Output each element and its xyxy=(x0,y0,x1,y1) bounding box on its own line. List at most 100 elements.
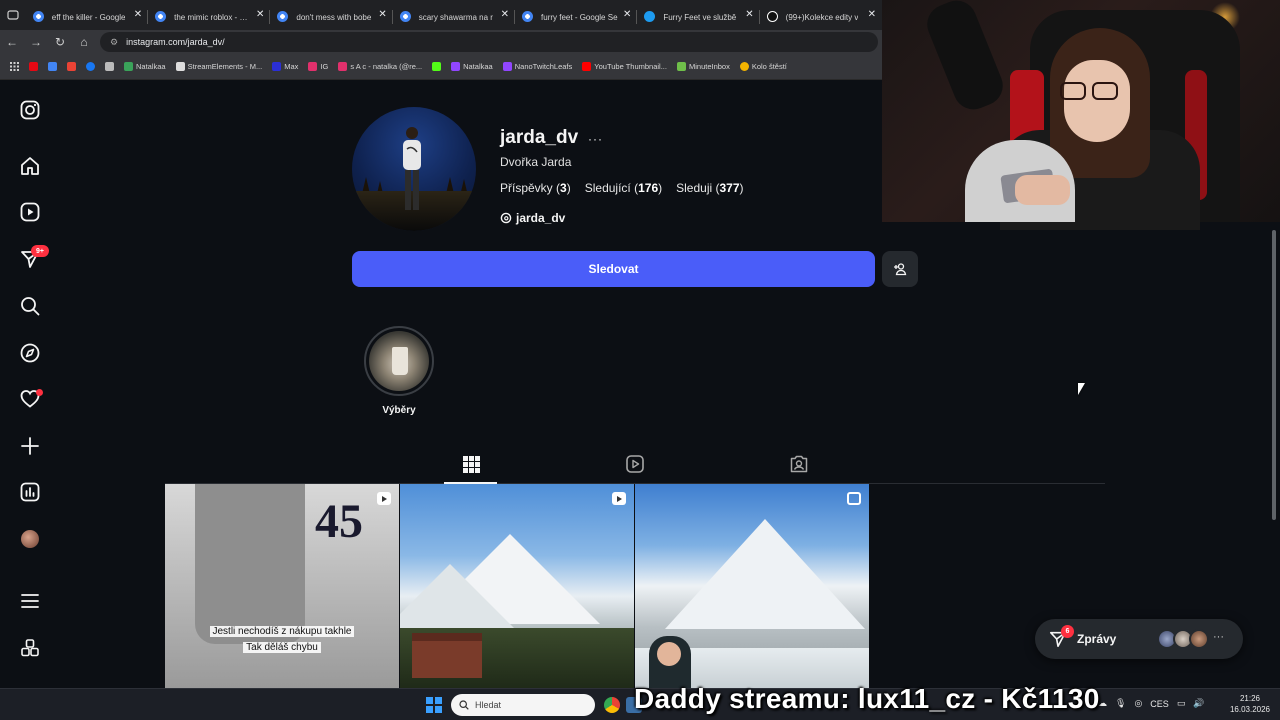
taskbar-clock[interactable]: 21:26 16.03.2026 xyxy=(1228,693,1272,715)
page-scrollbar-thumb[interactable] xyxy=(1272,230,1276,520)
followers-stat[interactable]: Sledující (176) xyxy=(585,181,662,195)
url-text: instagram.com/jarda_dv/ xyxy=(126,37,225,47)
google-favicon-icon xyxy=(522,11,534,22)
dashboard-icon[interactable] xyxy=(19,481,41,503)
network-icon[interactable]: ◎ xyxy=(1134,698,1142,709)
bookmark-item[interactable]: YouTube Thumbnail... xyxy=(578,62,671,71)
browser-tab[interactable]: furry feet - Google Se ✕ xyxy=(515,4,638,30)
close-tab-icon[interactable]: ✕ xyxy=(134,9,142,20)
tab-posts[interactable] xyxy=(460,453,482,475)
close-tab-icon[interactable]: ✕ xyxy=(501,9,509,20)
close-tab-icon[interactable]: ✕ xyxy=(378,9,386,20)
more-icon[interactable]: ··· xyxy=(1213,631,1224,643)
browser-toolbar: ← → ↻ ⌂ ⚙ instagram.com/jarda_dv/ xyxy=(0,30,882,54)
system-tray: ☁ 🎙 ◎ CES ▭ 🔊 xyxy=(1098,698,1205,709)
highlight-label: Výběry xyxy=(382,405,416,416)
menu-icon[interactable] xyxy=(19,590,41,612)
tab-tagged[interactable] xyxy=(788,453,810,475)
browser-tab[interactable]: the mimic roblox - Goo ✕ xyxy=(148,4,271,30)
story-highlight[interactable] xyxy=(364,326,434,396)
threads-link[interactable]: jarda_dv xyxy=(500,211,565,225)
reels-icon[interactable] xyxy=(19,201,41,223)
reload-icon[interactable]: ↻ xyxy=(48,35,72,49)
bookmark-item[interactable] xyxy=(82,62,99,71)
bookmark-item[interactable]: s A c - natalka (@re... xyxy=(334,62,426,71)
mouse-cursor xyxy=(1078,383,1085,395)
grid-icon xyxy=(462,455,480,473)
bookmark-item[interactable]: Max xyxy=(268,62,302,71)
bookmark-item[interactable] xyxy=(428,62,445,71)
search-icon[interactable] xyxy=(19,295,41,317)
profile-username: jarda_dv xyxy=(500,127,579,148)
browser-tab[interactable]: don't mess with bobe ✕ xyxy=(270,4,393,30)
instagram-sidebar: 9+ xyxy=(0,80,60,688)
tab-reels[interactable] xyxy=(624,453,646,475)
site-info-icon[interactable]: ⚙ xyxy=(110,37,118,48)
tagged-icon xyxy=(790,455,808,473)
taskbar-search-input[interactable]: Hledat xyxy=(451,694,595,716)
browser-tab[interactable]: (99+)Kolekce edity v ✕ xyxy=(760,4,882,30)
bookmark-item[interactable] xyxy=(101,62,118,71)
messages-badge: 9+ xyxy=(31,245,49,257)
forward-arrow-icon[interactable]: → xyxy=(24,35,48,49)
post-thumbnail[interactable] xyxy=(400,484,634,688)
reel-indicator-icon xyxy=(377,492,391,505)
bookmark-item[interactable]: Natalkaa xyxy=(447,62,497,71)
bookmark-item[interactable]: Kolo štěstí xyxy=(736,62,791,71)
create-icon[interactable] xyxy=(19,435,41,457)
tab-search-icon[interactable] xyxy=(0,0,26,30)
language-indicator[interactable]: CES xyxy=(1150,699,1169,709)
profile-avatar[interactable] xyxy=(21,530,39,548)
messages-pill[interactable]: 6 Zprávy ··· xyxy=(1035,619,1243,659)
glasses xyxy=(1060,82,1122,100)
contact-avatar xyxy=(1189,629,1209,649)
close-tab-icon[interactable]: ✕ xyxy=(745,9,753,20)
home-icon[interactable] xyxy=(19,155,41,177)
bookmark-item[interactable]: StreamElements - M... xyxy=(172,62,267,71)
messages-label: Zprávy xyxy=(1077,632,1117,646)
add-person-icon xyxy=(894,263,907,276)
suggested-users-button[interactable] xyxy=(882,251,918,287)
address-bar[interactable]: ⚙ instagram.com/jarda_dv/ xyxy=(100,32,878,52)
google-favicon-icon xyxy=(277,11,289,22)
close-tab-icon[interactable]: ✕ xyxy=(256,9,264,20)
profile-stats: Příspěvky (3) Sledující (176) Sleduji (3… xyxy=(500,181,744,195)
close-tab-icon[interactable]: ✕ xyxy=(868,9,876,20)
mic-icon[interactable]: 🎙 xyxy=(1115,698,1126,709)
more-options-icon[interactable]: ··· xyxy=(588,132,603,146)
windows-start-icon[interactable] xyxy=(426,697,442,713)
browser-tab-strip: eff the killer - Google ✕ the mimic roblo… xyxy=(0,0,882,30)
post-thumbnail[interactable] xyxy=(635,484,869,688)
google-favicon-icon xyxy=(399,11,411,22)
bookmark-item[interactable] xyxy=(44,62,61,71)
follow-button[interactable]: Sledovat xyxy=(352,251,875,287)
bookmark-item[interactable] xyxy=(25,62,42,71)
post-thumbnail[interactable]: 45 Jestli nechodíš z nákupu takhle Tak d… xyxy=(165,484,399,688)
reels-icon xyxy=(626,455,644,473)
following-stat[interactable]: Sleduji (377) xyxy=(676,181,743,195)
search-icon xyxy=(459,700,469,710)
explore-icon[interactable] xyxy=(19,342,41,364)
bookmark-item[interactable]: IG xyxy=(304,62,332,71)
profile-picture[interactable] xyxy=(352,107,476,231)
home-icon[interactable]: ⌂ xyxy=(72,35,96,49)
chrome-taskbar-icon[interactable] xyxy=(604,697,620,713)
back-arrow-icon[interactable]: ← xyxy=(0,35,24,49)
instagram-logo-icon[interactable] xyxy=(19,99,41,121)
bookmark-item[interactable]: MinuteInbox xyxy=(673,62,734,71)
apps-grid-icon[interactable] xyxy=(6,62,23,71)
close-tab-icon[interactable]: ✕ xyxy=(623,9,631,20)
bookmark-item[interactable]: Natalkaa xyxy=(120,62,170,71)
browser-tab[interactable]: Furry Feet ve službě ✕ xyxy=(637,4,760,30)
browser-tab[interactable]: scary shawarma na r ✕ xyxy=(393,4,516,30)
tiktok-favicon-icon xyxy=(766,11,778,22)
apps-icon[interactable] xyxy=(19,637,41,659)
bookmark-item[interactable]: NanoTwitchLeafs xyxy=(499,62,577,71)
profile-full-name: Dvořka Jarda xyxy=(500,155,572,169)
display-icon[interactable]: ▭ xyxy=(1177,698,1186,709)
donation-overlay-text: Daddy streamu: lux11_cz - Kč1130 xyxy=(634,683,1100,714)
browser-tab[interactable]: eff the killer - Google ✕ xyxy=(26,4,149,30)
volume-icon[interactable]: 🔊 xyxy=(1193,698,1204,709)
bookmark-item[interactable] xyxy=(63,62,80,71)
twitter-favicon-icon xyxy=(644,11,656,22)
